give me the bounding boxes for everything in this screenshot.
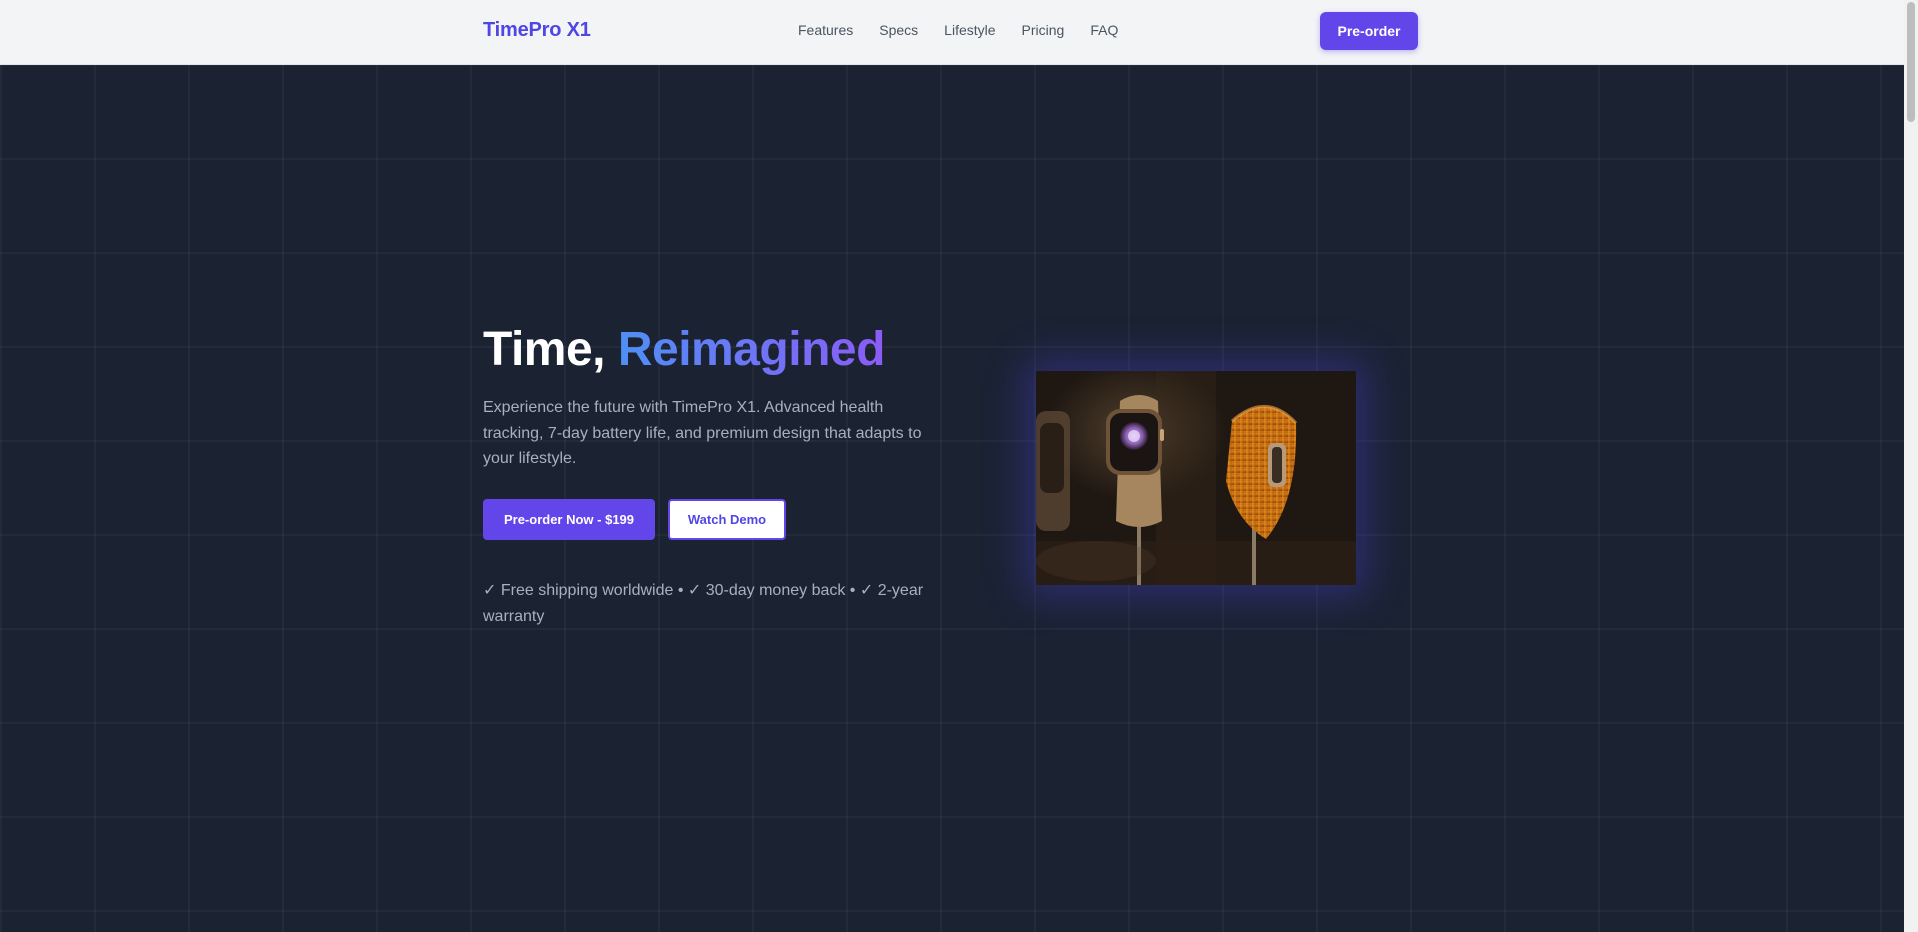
nav-link-lifestyle[interactable]: Lifestyle bbox=[944, 22, 995, 38]
smartwatch-photo-illustration bbox=[1036, 371, 1356, 585]
hero-title-lead: Time, bbox=[483, 323, 606, 376]
scrollbar-thumb[interactable] bbox=[1907, 2, 1915, 122]
brand-logo[interactable]: TimePro X1 bbox=[483, 19, 591, 42]
preorder-now-button[interactable]: Pre-order Now - $199 bbox=[483, 499, 655, 540]
nav-link-features[interactable]: Features bbox=[798, 22, 853, 38]
hero-title: Time, Reimagined bbox=[483, 322, 885, 377]
nav-link-specs[interactable]: Specs bbox=[879, 22, 918, 38]
product-image bbox=[1036, 371, 1356, 585]
top-navbar: TimePro X1 Features Specs Lifestyle Pric… bbox=[0, 0, 1904, 65]
hero-title-accent: Reimagined bbox=[617, 323, 886, 376]
perks-list: ✓ Free shipping worldwide • ✓ 30-day mon… bbox=[483, 582, 924, 625]
nav-link-faq[interactable]: FAQ bbox=[1090, 22, 1118, 38]
preorder-nav-button[interactable]: Pre-order bbox=[1320, 12, 1418, 50]
page-scrollbar[interactable] bbox=[1904, 0, 1918, 932]
nav-link-pricing[interactable]: Pricing bbox=[1022, 22, 1065, 38]
hero-description: Experience the future with TimePro X1. A… bbox=[483, 399, 922, 467]
main-nav: Features Specs Lifestyle Pricing FAQ bbox=[798, 22, 1118, 38]
watch-demo-button[interactable]: Watch Demo bbox=[668, 499, 786, 540]
